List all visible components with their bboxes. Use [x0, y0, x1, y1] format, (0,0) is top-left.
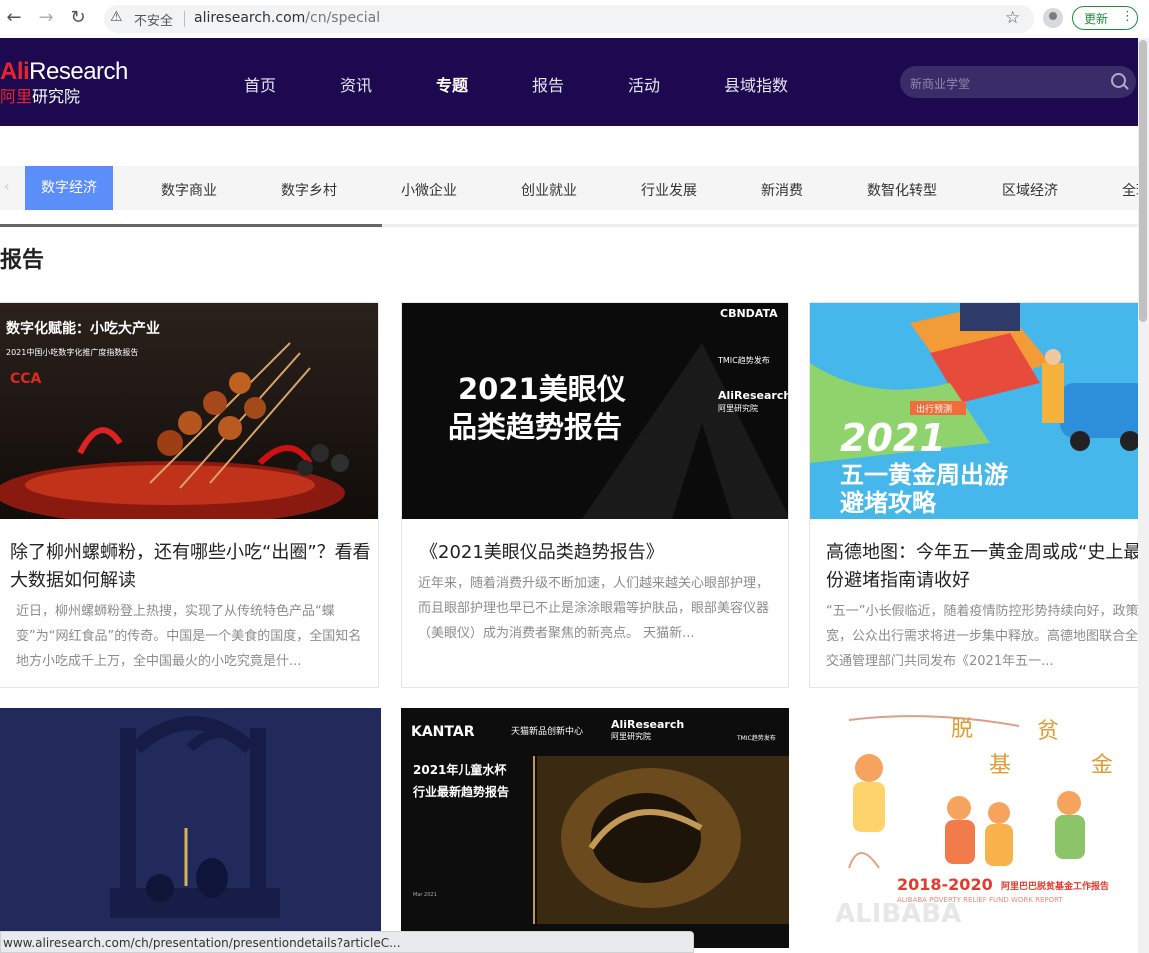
tmic-logo: TMIC趋势发布: [717, 355, 770, 365]
tab-industry[interactable]: 行业发展: [641, 180, 697, 200]
tab-digital-economy[interactable]: 数字经济: [25, 166, 113, 210]
cca-logo: CCA: [10, 371, 42, 387]
card-image-char: 金: [1091, 753, 1113, 778]
nav-reports[interactable]: 报告: [532, 72, 564, 96]
address-separator: [184, 11, 185, 27]
logo-cn-prefix: 阿里: [0, 87, 33, 106]
nav-home[interactable]: 首页: [244, 72, 276, 96]
category-tabs: ‹ 数字经济 数字商业 数字乡村 小微企业 创业就业 行业发展 新消费 数智化转…: [0, 166, 1138, 210]
tmall-innovation-logo: 天猫新品创新中心: [511, 725, 583, 737]
security-label[interactable]: 不安全: [134, 10, 173, 29]
reload-icon[interactable]: ↻: [68, 8, 88, 28]
card-description: 近日，柳州螺蛳粉登上热搜，实现了从传统特色产品“蝶变”为“网红食品”的传奇。中国…: [16, 604, 362, 669]
travel-illustration: 出行预测 2021 五一黄金周出游 避堵攻略: [810, 303, 1148, 519]
search-placeholder: 新商业学堂: [910, 77, 971, 91]
card-image-title: 2021年儿童水杯: [413, 762, 507, 777]
card-image-tag: 出行预测: [916, 403, 952, 415]
url-text[interactable]: aliresearch.com/cn/special: [194, 10, 380, 26]
warning-icon[interactable]: ⚠: [110, 9, 123, 25]
status-url: www.aliresearch.com/ch/presentation/pres…: [3, 936, 401, 950]
scrollbar-thumb[interactable]: [1139, 40, 1147, 322]
arch-illustration: [0, 708, 381, 948]
report-card-image[interactable]: KANTAR 天猫新品创新中心 AliResearch 阿里研究院 TMIC趋势…: [401, 708, 789, 948]
card-image-caption: 阿里巴巴脱贫基金工作报告: [1001, 880, 1109, 892]
tmic-logo: TMIC趋势发布: [736, 734, 776, 742]
nav-county-index[interactable]: 县域指数: [724, 72, 788, 96]
report-card[interactable]: CBNDATA TMIC趋势发布 AliResearch 阿里研究院 2021美…: [401, 302, 789, 688]
card-image-subtitle: 2021中国小吃数字化推广度指数报告: [6, 347, 138, 357]
card-image-char: 基: [989, 753, 1011, 778]
card-image-title: 五一黄金周出游: [840, 461, 1008, 489]
report-card[interactable]: 出行预测 2021 五一黄金周出游 避堵攻略 高德地图：今年五一黄金周或成“史上…: [809, 302, 1149, 688]
card-image-years: 2018-2020: [897, 875, 993, 894]
aliresearch-cn-logo: 阿里研究院: [718, 403, 758, 413]
kids-cup-cover: KANTAR 天猫新品创新中心 AliResearch 阿里研究院 TMIC趋势…: [401, 708, 789, 948]
bookmark-star-icon[interactable]: ☆: [1005, 8, 1020, 28]
search-input[interactable]: 新商业学堂: [900, 66, 1136, 98]
site-logo-cn[interactable]: 阿里研究院: [0, 83, 80, 107]
card-image-watermark: ALIBABA: [835, 899, 961, 929]
poverty-relief-cover: 脱 贫 基 金 2018-2020 阿里巴巴脱贫基金工作报告 ALIBABA P…: [809, 708, 1149, 948]
card-image-title: 2021美眼仪: [458, 372, 626, 406]
tab-new-consumption[interactable]: 新消费: [761, 180, 803, 200]
url-host: aliresearch.com: [194, 10, 306, 26]
site-logo[interactable]: AliResearch: [0, 58, 128, 86]
tab-small-business[interactable]: 小微企业: [401, 180, 457, 200]
nav-special[interactable]: 专题: [436, 72, 468, 96]
card-title[interactable]: 除了柳州螺蛳粉，还有哪些小吃“出圈”？看看大数据如何解读: [10, 539, 372, 595]
url-path: /cn/special: [305, 10, 381, 26]
card-image[interactable]: CBNDATA TMIC趋势发布 AliResearch 阿里研究院 2021美…: [402, 303, 788, 519]
logo-cn-suffix: 研究院: [32, 87, 81, 106]
card-title[interactable]: 高德地图：今年五一黄金周或成“史上最堵”这份避堵指南请收好: [826, 539, 1148, 595]
aliresearch-cn-logo: 阿里研究院: [611, 731, 651, 741]
logo-en-prefix: Ali: [0, 58, 30, 85]
card-image-subtitle: 品类趋势报告: [448, 410, 622, 444]
category-scroll-indicator: [0, 224, 1138, 227]
kantar-logo: KANTAR: [411, 724, 475, 740]
nav-events[interactable]: 活动: [628, 72, 660, 96]
nav-news[interactable]: 资讯: [340, 72, 372, 96]
tab-digital-transformation[interactable]: 数智化转型: [867, 180, 937, 200]
card-image-title: 数字化赋能：小吃大产业: [6, 320, 160, 337]
snack-illustration: 数字化赋能：小吃大产业 2021中国小吃数字化推广度指数报告 CCA: [0, 320, 349, 519]
search-icon[interactable]: [1111, 73, 1126, 88]
tab-employment[interactable]: 创业就业: [521, 180, 577, 200]
card-description: 近年来，随着消费升级不断加速，人们越来越关心眼部护理，而且眼部护理也早已不止是涂…: [418, 576, 770, 641]
report-card[interactable]: 数字化赋能：小吃大产业 2021中国小吃数字化推广度指数报告 CCA 除了柳州螺…: [0, 302, 379, 688]
card-image-char: 脱: [951, 717, 973, 742]
report-card-image[interactable]: [0, 708, 381, 948]
card-image-date: Mar 2021: [413, 892, 437, 898]
eye-device-cover: CBNDATA TMIC趋势发布 AliResearch 阿里研究院 2021美…: [448, 307, 788, 519]
back-arrow-icon[interactable]: ←: [4, 8, 24, 28]
card-image-subtitle: 避堵攻略: [840, 489, 937, 517]
aliresearch-logo: AliResearch: [718, 389, 788, 402]
update-label: 更新: [1084, 12, 1109, 26]
browser-toolbar: ← → ↻ ⚠ 不安全 aliresearch.com/cn/special ☆…: [0, 0, 1149, 39]
link-status-bar: www.aliresearch.com/ch/presentation/pres…: [0, 931, 694, 953]
tab-global[interactable]: 全球: [1122, 180, 1138, 200]
tab-digital-commerce[interactable]: 数字商业: [161, 180, 217, 200]
report-card-image[interactable]: 脱 贫 基 金 2018-2020 阿里巴巴脱贫基金工作报告 ALIBABA P…: [809, 708, 1149, 948]
card-description: “五一”小长假临近，随着疫情防控形势持续向好，政策逐步放宽，公众出行需求将进一步…: [826, 604, 1149, 669]
update-button[interactable]: 更新 ⋮: [1072, 6, 1138, 30]
card-image-subtitle: 行业最新趋势报告: [412, 784, 509, 799]
profile-avatar-icon[interactable]: [1043, 8, 1063, 28]
card-image-year: 2021: [840, 416, 946, 460]
forward-arrow-icon[interactable]: →: [36, 8, 56, 28]
cbndata-logo: CBNDATA: [720, 307, 778, 320]
scroll-indicator-fill: [0, 224, 383, 227]
section-title: 报告: [0, 248, 45, 273]
card-title[interactable]: 《2021美眼仪品类趋势报告》: [420, 539, 782, 567]
chevron-left-icon[interactable]: ‹: [4, 179, 10, 195]
card-image[interactable]: 出行预测 2021 五一黄金周出游 避堵攻略: [810, 303, 1148, 519]
tab-digital-village[interactable]: 数字乡村: [281, 180, 337, 200]
logo-en-suffix: Research: [29, 58, 128, 85]
tab-regional-economy[interactable]: 区域经济: [1002, 180, 1058, 200]
site-header: AliResearch 阿里研究院 首页 资讯 专题 报告 活动 县域指数 新商…: [0, 38, 1138, 126]
aliresearch-logo: AliResearch: [611, 718, 684, 731]
card-image[interactable]: 数字化赋能：小吃大产业 2021中国小吃数字化推广度指数报告 CCA: [0, 303, 378, 519]
more-menu-icon[interactable]: ⋮: [1121, 9, 1134, 24]
card-image-char: 贫: [1037, 719, 1059, 744]
